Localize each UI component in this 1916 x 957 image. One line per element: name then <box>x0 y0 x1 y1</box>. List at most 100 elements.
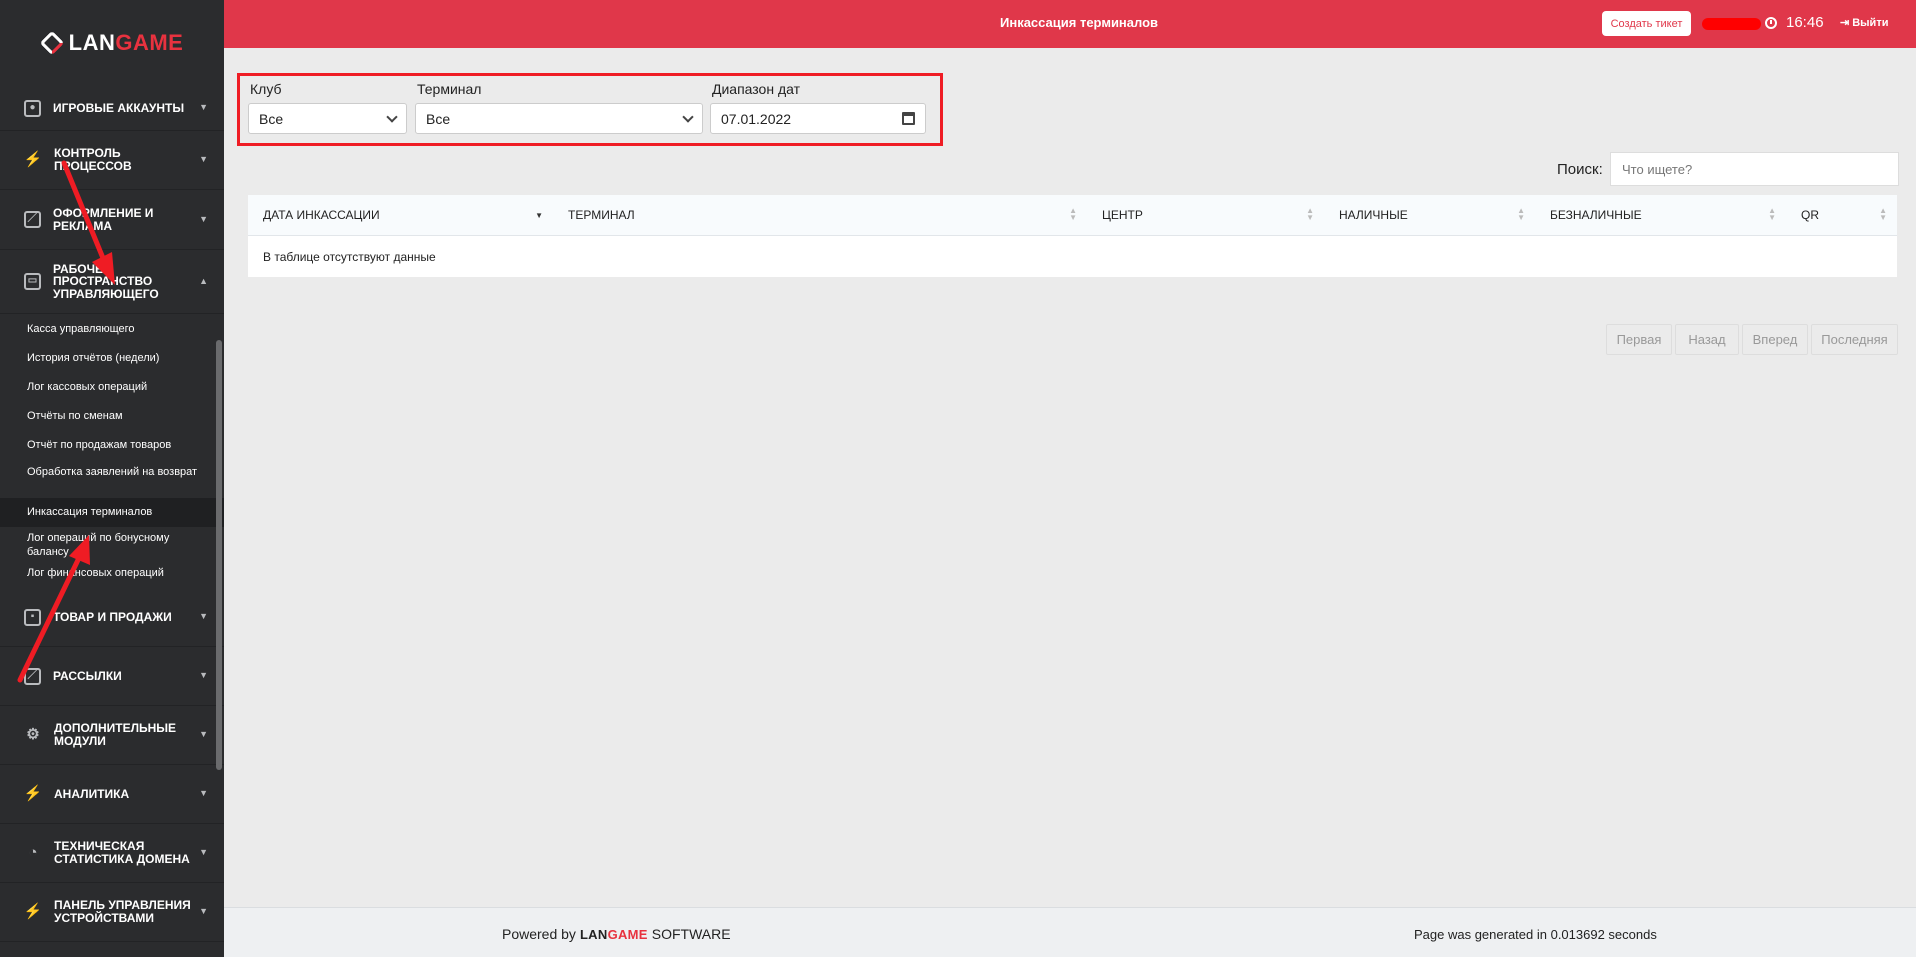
logo-text: LANGAME <box>68 30 184 55</box>
sub-item-report-history[interactable]: История отчётов (недели) <box>0 349 224 378</box>
terminal-select-value: Все <box>426 110 451 127</box>
page-last-button[interactable]: Последняя <box>1811 324 1898 355</box>
redacted-user-name <box>1702 18 1761 30</box>
col-terminal[interactable]: ТЕРМИНАЛ ▲ ▼ <box>553 195 1087 235</box>
sub-item-terminal-collection[interactable]: Инкассация терминалов <box>0 498 224 527</box>
nav-section-extra-modules[interactable]: ⚙ ДОПОЛНИТЕЛЬНЫЕ МОДУЛИ ▼ <box>0 706 224 765</box>
date-range-input[interactable]: 07.01.2022 <box>710 103 926 134</box>
sort-icon: ▲ ▼ <box>1517 206 1525 222</box>
nav-section-label: ОФОРМЛЕНИЕ И РЕКЛАМА <box>53 205 154 233</box>
logout-label: Выйти <box>1852 16 1889 29</box>
page-next-button[interactable]: Вперед <box>1742 324 1808 355</box>
sort-icon: ▲ ▼ <box>1306 206 1314 222</box>
caret-down-icon: ▼ <box>199 213 208 224</box>
edit-icon: ／ <box>24 667 41 685</box>
nav-section-label: ТОВАР И ПРОДАЖИ <box>53 609 172 624</box>
col-label: ТЕРМИНАЛ <box>568 208 635 222</box>
caret-down-icon: ▼ <box>199 788 208 799</box>
date-range-value: 07.01.2022 <box>721 110 792 127</box>
powered-by: Powered by LANGAME SOFTWARE <box>502 926 731 942</box>
search-label: Поиск: <box>1557 161 1603 178</box>
gear-icon: ⚙ <box>26 726 40 744</box>
caret-down-icon: ▼ <box>199 611 208 622</box>
footer: Powered by LANGAME SOFTWARE Page was gen… <box>224 907 1916 957</box>
nav-section-label: ИГРОВЫЕ АККАУНТЫ <box>53 100 185 115</box>
sub-item-shift-reports[interactable]: Отчёты по сменам <box>0 407 224 436</box>
logout-icon: ⇥ <box>1840 17 1850 29</box>
nav-section-label: РАССЫЛКИ <box>53 668 122 683</box>
powered-by-label: Powered by <box>502 926 576 942</box>
logo-icon <box>39 30 65 56</box>
search-input[interactable] <box>1610 152 1899 186</box>
nav-section-manager-workspace[interactable]: ▭ РАБОЧЕЕ ПРОСТРАНСТВО УПРАВЛЯЮЩЕГО ▲ <box>0 250 224 314</box>
nav-section-game-accounts[interactable]: ● ИГРОВЫЕ АККАУНТЫ ▼ <box>0 86 224 131</box>
sidebar: LANGAME ● ИГРОВЫЕ АККАУНТЫ ▼ ⚡ КОНТРОЛЬ … <box>0 0 224 957</box>
nav-section-tech-stats[interactable]: ◔ ТЕХНИЧЕСКАЯ СТАТИСТИКА ДОМЕНА ▼ <box>0 824 224 883</box>
bolt-icon: ⚡ <box>23 903 43 921</box>
sub-item-refunds[interactable]: Обработка заявлений на возврат <box>0 464 224 498</box>
clock-icon <box>1765 17 1777 29</box>
sort-icon: ▲ ▼ <box>1879 206 1887 222</box>
caret-down-icon: ▼ <box>199 670 208 681</box>
nav-section-label: РАБОЧЕЕ ПРОСТРАНСТВО УПРАВЛЯЮЩЕГО <box>53 261 159 301</box>
nav-section-design[interactable]: ／ ОФОРМЛЕНИЕ И РЕКЛАМА ▼ <box>0 190 224 250</box>
page-prev-button[interactable]: Назад <box>1675 324 1739 355</box>
sub-menu: Касса управляющего История отчётов (неде… <box>0 314 224 588</box>
club-select-value: Все <box>259 110 284 127</box>
page-first-button[interactable]: Первая <box>1606 324 1672 355</box>
sub-item-bonus-log[interactable]: Лог операций по бонусному балансу <box>0 527 224 563</box>
terminal-label: Терминал <box>417 81 482 97</box>
caret-down-icon: ▼ <box>199 847 208 858</box>
col-label: QR <box>1801 208 1819 222</box>
col-cash[interactable]: НАЛИЧНЫЕ ▲ ▼ <box>1324 195 1535 235</box>
caret-down-icon: ▼ <box>199 154 208 165</box>
col-qr[interactable]: QR ▲ ▼ <box>1786 195 1897 235</box>
bolt-icon: ⚡ <box>23 151 43 169</box>
account-icon: ● <box>24 99 41 117</box>
nav-section-label: ДОПОЛНИТЕЛЬНЫЕ МОДУЛИ <box>54 721 177 748</box>
sub-item-cash-log[interactable]: Лог кассовых операций <box>0 378 224 407</box>
nav-section-label: ПАНЕЛЬ УПРАВЛЕНИЯ УСТРОЙСТВАМИ <box>54 898 191 925</box>
sort-desc-icon: ▼ <box>535 211 543 220</box>
create-ticket-button[interactable]: Создать тикет <box>1602 11 1691 36</box>
sidebar-scrollbar[interactable] <box>216 340 222 770</box>
generation-time: Page was generated in 0.013692 seconds <box>1414 927 1657 942</box>
nav-section-goods-sales[interactable]: ▪ ТОВАР И ПРОДАЖИ ▼ <box>0 588 224 647</box>
bolt-icon: ⚡ <box>23 785 43 803</box>
chevron-down-icon <box>386 110 398 123</box>
pagination: Первая Назад Вперед Последняя <box>1606 324 1898 355</box>
collections-table: ДАТА ИНКАССАЦИИ ▼ ТЕРМИНАЛ ▲ ▼ ЦЕНТР ▲ ▼ Н… <box>248 195 1897 277</box>
page-title: Инкассация терминалов <box>1000 15 1159 30</box>
calendar-icon[interactable] <box>902 112 915 125</box>
sub-item-finance-log[interactable]: Лог финансовых операций <box>0 563 224 588</box>
footer-software: SOFTWARE <box>651 926 731 942</box>
caret-up-icon: ▲ <box>199 275 208 286</box>
logo[interactable]: LANGAME <box>0 0 224 86</box>
col-cashless[interactable]: БЕЗНАЛИЧНЫЕ ▲ ▼ <box>1535 195 1786 235</box>
col-label: БЕЗНАЛИЧНЫЕ <box>1550 208 1642 222</box>
col-label: НАЛИЧНЫЕ <box>1339 208 1408 222</box>
box-icon: ▪ <box>24 608 41 626</box>
col-collection-date[interactable]: ДАТА ИНКАССАЦИИ ▼ <box>248 195 553 235</box>
terminal-select[interactable]: Все <box>415 103 703 134</box>
nav-section-process-control[interactable]: ⚡ КОНТРОЛЬ ПРОЦЕССОВ ▼ <box>0 131 224 190</box>
col-label: ДАТА ИНКАССАЦИИ <box>263 208 380 222</box>
logout-button[interactable]: ⇥ Выйти <box>1840 16 1889 30</box>
date-range-label: Диапазон дат <box>712 81 801 97</box>
nav-section-device-panel[interactable]: ⚡ ПАНЕЛЬ УПРАВЛЕНИЯ УСТРОЙСТВАМИ ▼ <box>0 883 224 942</box>
sort-icon: ▲ ▼ <box>1069 206 1077 222</box>
nav-section-label: КОНТРОЛЬ ПРОЦЕССОВ <box>54 146 132 173</box>
briefcase-icon: ▭ <box>24 273 41 290</box>
club-select[interactable]: Все <box>248 103 407 134</box>
caret-down-icon: ▼ <box>199 906 208 917</box>
sub-item-sales-report[interactable]: Отчёт по продажам товаров <box>0 436 224 464</box>
sub-item-cash[interactable]: Касса управляющего <box>0 320 224 349</box>
table-empty-row: В таблице отсутствуют данные <box>248 236 1897 277</box>
nav-section-label: ТЕХНИЧЕСКАЯ СТАТИСТИКА ДОМЕНА <box>54 839 190 866</box>
nav-section-mailings[interactable]: ／ РАССЫЛКИ ▼ <box>0 647 224 706</box>
col-center[interactable]: ЦЕНТР ▲ ▼ <box>1087 195 1324 235</box>
sort-icon: ▲ ▼ <box>1768 206 1776 222</box>
nav-section-label: АНАЛИТИКА <box>54 786 130 801</box>
nav-section-analytics[interactable]: ⚡ АНАЛИТИКА ▼ <box>0 765 224 824</box>
caret-down-icon: ▼ <box>199 102 208 113</box>
